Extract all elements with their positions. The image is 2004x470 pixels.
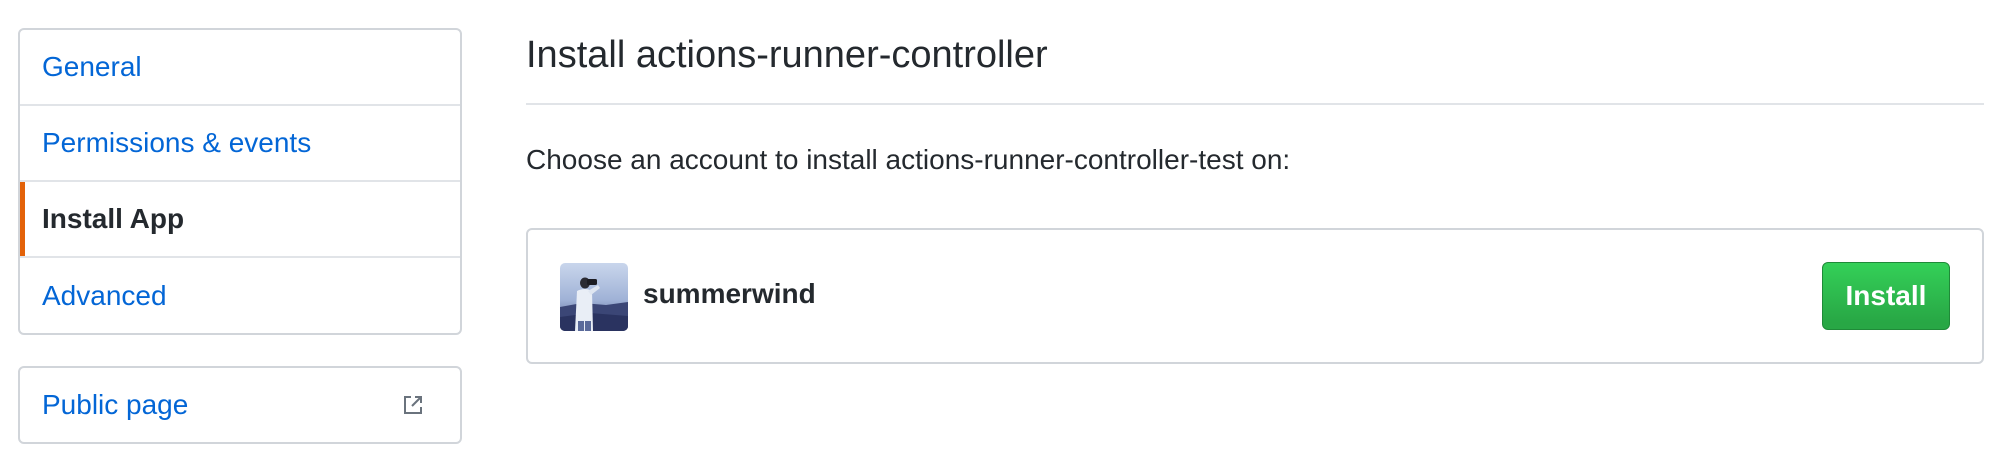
install-button[interactable]: Install xyxy=(1822,262,1950,330)
account-name: summerwind xyxy=(643,278,816,309)
sidebar-item-general[interactable]: General xyxy=(20,30,460,106)
user-avatar xyxy=(560,263,628,331)
public-page-link[interactable]: Public page xyxy=(18,366,462,444)
page-title: Install actions-runner-controller xyxy=(526,34,1048,76)
sidebar-item-label: Advanced xyxy=(42,279,167,311)
sidebar-item-label: General xyxy=(42,51,142,82)
public-page-label: Public page xyxy=(42,389,189,420)
settings-sidebar-menu: General Permissions & events Install App… xyxy=(18,28,462,335)
sidebar-item-label: Permissions & events xyxy=(42,127,312,158)
external-link-icon xyxy=(402,394,424,416)
install-prompt: Choose an account to install actions-run… xyxy=(526,144,1291,175)
sidebar-item-permissions-events[interactable]: Permissions & events xyxy=(20,106,460,182)
sidebar-item-advanced[interactable]: Advanced xyxy=(20,258,460,333)
title-divider xyxy=(526,103,1984,105)
sidebar-item-label: Install App xyxy=(42,203,185,234)
account-row: summerwind Install xyxy=(526,228,1984,364)
sidebar-item-install-app[interactable]: Install App xyxy=(20,182,460,258)
install-app-page: General Permissions & events Install App… xyxy=(0,0,2004,470)
